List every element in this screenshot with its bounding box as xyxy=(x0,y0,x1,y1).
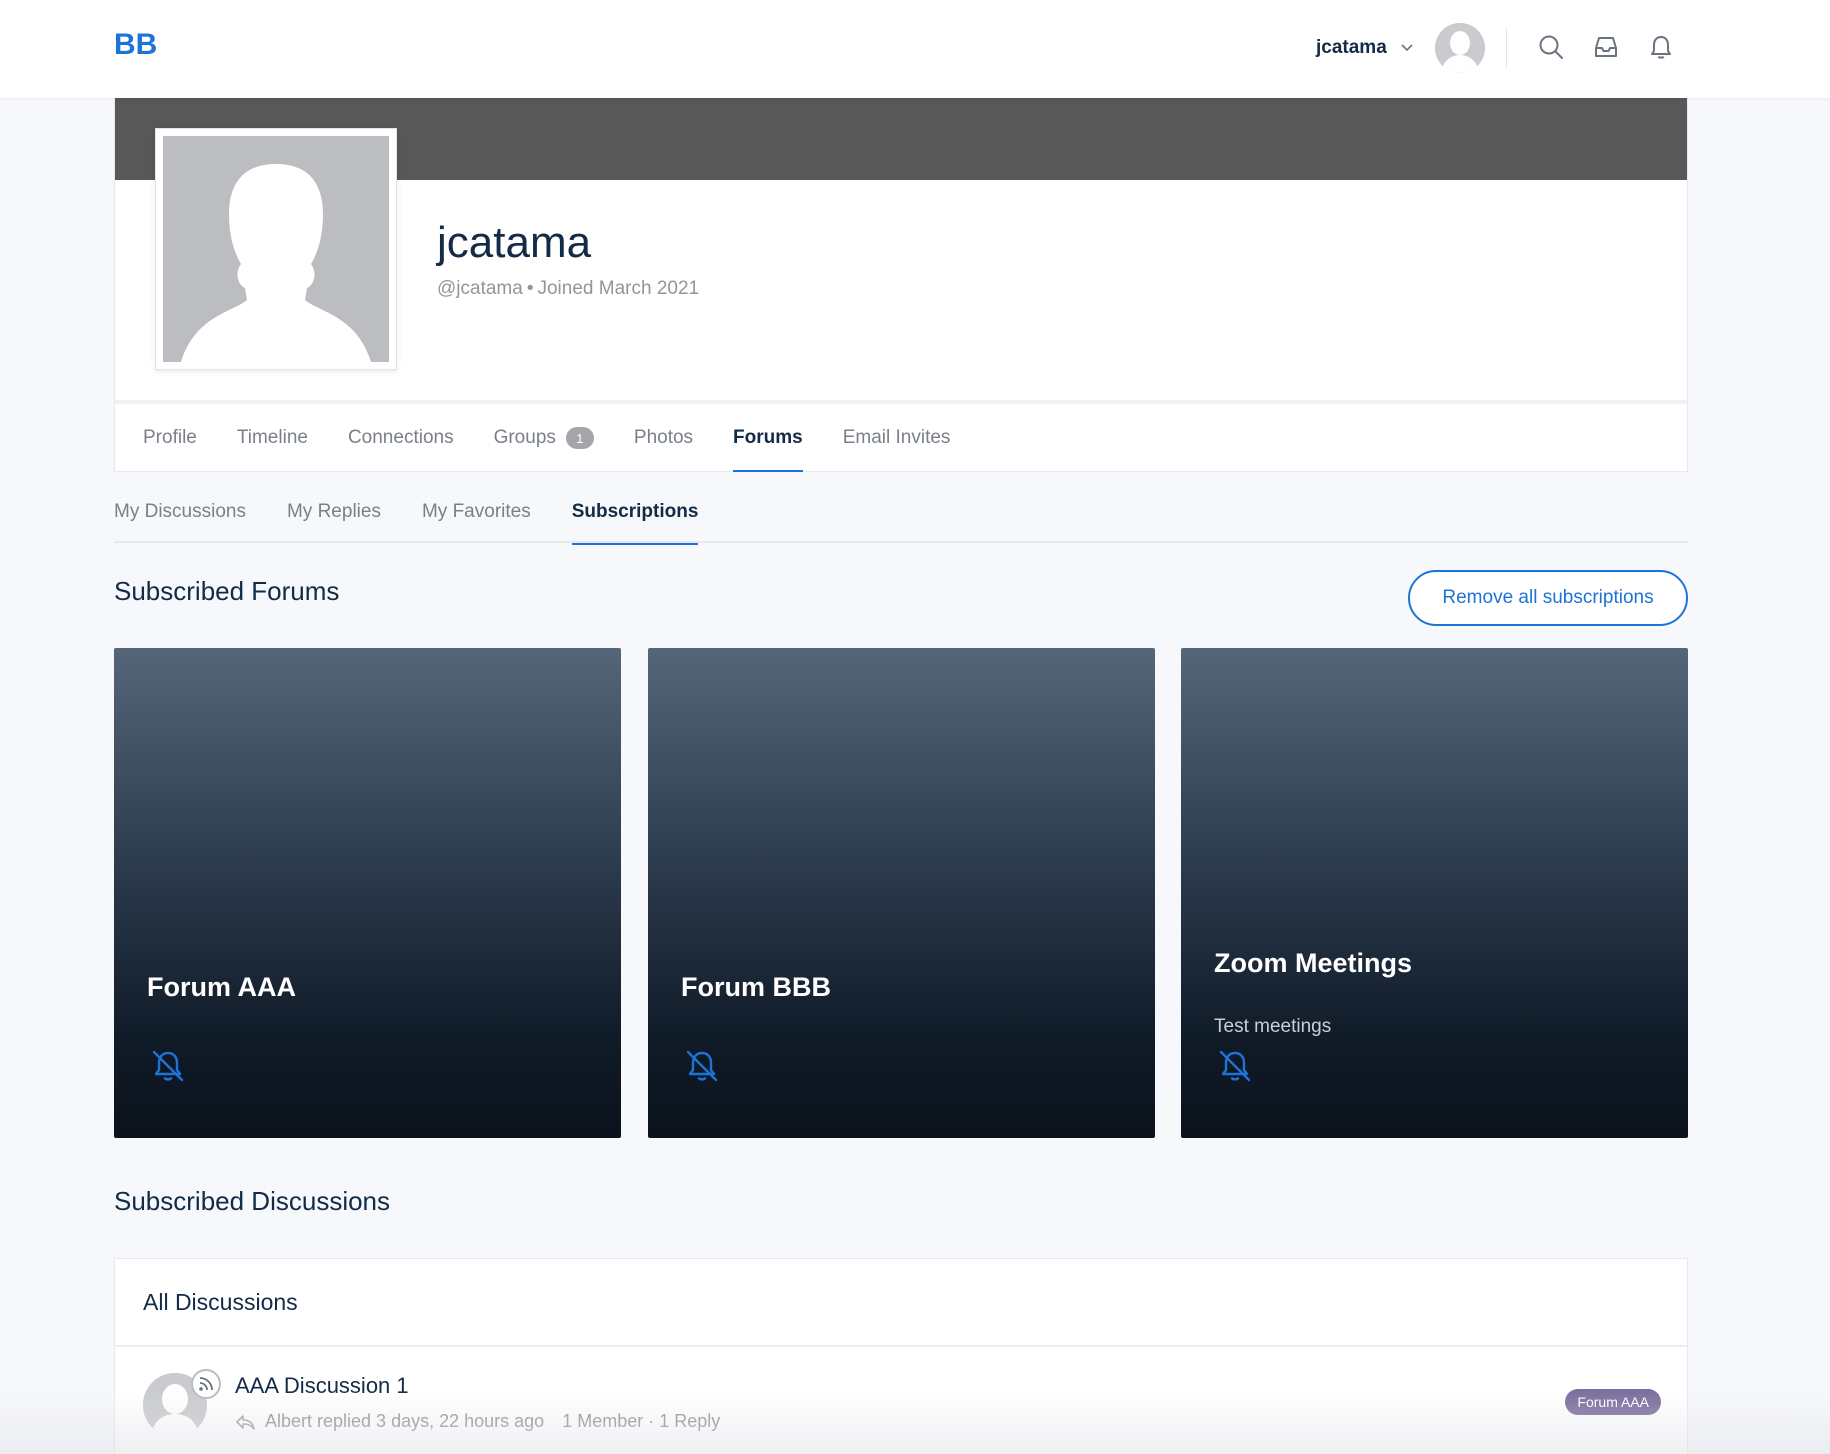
profile-photo[interactable] xyxy=(155,128,397,370)
discussion-members: 1 Member xyxy=(562,1411,644,1431)
subnav-my-discussions[interactable]: My Discussions xyxy=(114,492,246,543)
discussion-replies: 1 Reply xyxy=(659,1411,721,1431)
profile-nav-timeline[interactable]: Timeline xyxy=(237,404,308,472)
meta-dot: • xyxy=(526,278,534,299)
chevron-down-icon[interactable] xyxy=(1401,41,1415,55)
bell-off-icon[interactable] xyxy=(684,1048,720,1084)
forum-description: Test meetings xyxy=(1214,1016,1332,1037)
profile-nav: Profile Timeline Connections Groups 1 Ph… xyxy=(143,404,990,472)
forum-title[interactable]: Forum BBB xyxy=(681,972,831,1003)
profile-nav-forums[interactable]: Forums xyxy=(733,404,803,472)
subnav-subscriptions[interactable]: Subscriptions xyxy=(571,492,698,545)
profile-nav-email-invites[interactable]: Email Invites xyxy=(843,404,951,472)
header-username[interactable]: jcatama xyxy=(1316,37,1387,59)
header-avatar[interactable] xyxy=(1434,23,1485,73)
bell-off-icon[interactable] xyxy=(1217,1048,1253,1084)
meta-separator: · xyxy=(648,1411,655,1431)
forum-card-forum-aaa[interactable]: Forum AAA xyxy=(114,648,621,1138)
forum-card-forum-bbb[interactable]: Forum BBB xyxy=(648,648,1155,1138)
discussion-forum-tag[interactable]: Forum AAA xyxy=(1565,1389,1661,1415)
profile-nav-photos[interactable]: Photos xyxy=(634,404,693,472)
top-bar: BB jcatama xyxy=(0,0,1830,98)
all-discussions-title: All Discussions xyxy=(143,1289,298,1315)
site-logo[interactable]: BB xyxy=(114,28,157,62)
subscribed-forums-title: Subscribed Forums xyxy=(114,576,340,606)
profile-nav-connections[interactable]: Connections xyxy=(348,404,454,472)
bell-icon[interactable] xyxy=(1646,32,1676,62)
user-menu[interactable]: jcatama xyxy=(1316,22,1485,74)
discussion-title[interactable]: AAA Discussion 1 xyxy=(235,1373,409,1399)
subnav-my-replies[interactable]: My Replies xyxy=(287,492,381,543)
forum-card-zoom-meetings[interactable]: Zoom Meetings Test meetings xyxy=(1181,648,1688,1138)
profile-nav-groups[interactable]: Groups 1 xyxy=(494,404,594,472)
forum-title[interactable]: Forum AAA xyxy=(147,972,296,1003)
profile-display-name: jcatama xyxy=(437,218,592,267)
inbox-icon[interactable] xyxy=(1591,32,1621,62)
remove-all-subscriptions-button[interactable]: Remove all subscriptions xyxy=(1408,570,1688,626)
profile-meta: @jcatama • Joined March 2021 xyxy=(437,278,699,300)
discussions-panel-header: All Discussions xyxy=(115,1259,1687,1347)
discussion-row[interactable]: AAA Discussion 1 Albert replied 3 days, … xyxy=(115,1349,1687,1454)
subnav-my-favorites[interactable]: My Favorites xyxy=(422,492,531,543)
profile-joined: Joined March 2021 xyxy=(537,278,700,299)
bell-off-icon[interactable] xyxy=(150,1048,186,1084)
rss-feed-icon xyxy=(191,1369,221,1399)
groups-count-badge: 1 xyxy=(565,427,594,449)
discussion-meta: Albert replied 3 days, 22 hours ago 1 Me… xyxy=(235,1411,720,1432)
forums-sub-nav: My Discussions My Replies My Favorites S… xyxy=(114,492,1688,545)
search-icon[interactable] xyxy=(1536,32,1566,62)
discussions-panel: All Discussions AAA Discussion 1 Albert … xyxy=(114,1258,1688,1454)
header-separator xyxy=(1506,28,1507,68)
profile-nav-profile[interactable]: Profile xyxy=(143,404,197,472)
profile-card: jcatama @jcatama • Joined March 2021 Profi… xyxy=(114,98,1688,472)
forum-title[interactable]: Zoom Meetings xyxy=(1214,948,1412,979)
subscribed-discussions-title: Subscribed Discussions xyxy=(114,1186,391,1216)
discussion-reply-info: Albert replied 3 days, 22 hours ago xyxy=(265,1411,545,1431)
profile-handle: @jcatama xyxy=(437,278,523,299)
reply-icon xyxy=(235,1414,255,1430)
groups-label: Groups xyxy=(493,427,556,448)
